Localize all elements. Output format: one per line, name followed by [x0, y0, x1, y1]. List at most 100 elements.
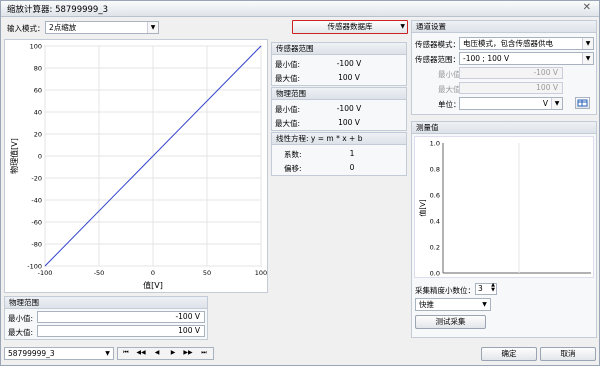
channel-settings-panel: 通道设置 传感器模式： 电压模式，包含传感器供电 ▼ 传感器范围： -100 ;… [411, 20, 597, 115]
measurement-y-tick: 0.8 [430, 166, 440, 174]
unit-select[interactable]: V ▼ [459, 97, 563, 110]
sensor-database-button[interactable]: 传感器数据库 ▼ [292, 20, 408, 34]
measurement-chart: 1.0 0.8 0.6 0.4 0.2 0.0 值[V] [414, 136, 594, 278]
ok-button[interactable]: 确定 [481, 347, 537, 361]
x-axis-label: 值[V] [143, 280, 163, 290]
x-tick-label: 50 [203, 269, 211, 277]
physical-range-panel: 物理范围 最小值: -100 V 最大值: 100 V [271, 87, 407, 131]
y-tick-label: 80 [34, 65, 42, 73]
unit-table-icon [577, 99, 588, 107]
scaling-chart-svg: 100806040200-20-40-60-80-100-100 -50 0 50 10… [9, 43, 267, 291]
channel-sensor-range-label: 传感器范围： [415, 55, 460, 64]
linear-equation-title: 线性方程: y = m * x + b [272, 133, 406, 145]
measurement-y-tick: 0.0 [430, 270, 440, 278]
sensor-range-title: 传感器范围 [272, 43, 406, 55]
input-mode-select[interactable]: 2点缩放 ▼ [45, 21, 159, 34]
y-tick-label: 100 [30, 43, 42, 51]
first-record-icon[interactable]: ⏮ [120, 349, 132, 357]
chevron-down-icon: ▼ [105, 350, 110, 357]
bottom-max-input[interactable]: 100 V [37, 325, 205, 337]
chevron-down-icon: ▼ [551, 98, 562, 109]
physical-range-title: 物理范围 [272, 88, 406, 100]
y-tick-label: -20 [31, 175, 42, 183]
test-acquisition-button[interactable]: 测试采集 [415, 315, 486, 329]
y-tick-label: -80 [31, 241, 42, 249]
sensor-max-label: 最大值: [275, 74, 301, 83]
cancel-button[interactable]: 取消 [540, 347, 596, 361]
chevron-down-icon: ▼ [582, 53, 593, 64]
sensor-database-label: 传感器数据库 [327, 22, 373, 31]
y-tick-label: 0 [38, 153, 42, 161]
acquisition-speed-value: 快推 [419, 300, 434, 309]
close-icon[interactable]: ✕ [583, 2, 591, 13]
channel-select-value: 58799999_3 [8, 349, 55, 358]
prev-page-icon[interactable]: ◀◀ [135, 349, 147, 356]
offset-value: 0 [349, 163, 355, 172]
bottom-min-label: 最小值: [8, 314, 34, 323]
sensor-range-panel: 传感器范围 最小值: -100 V 最大值: 100 V [271, 42, 407, 86]
y-tick-label: 20 [34, 131, 42, 139]
measurement-y-label: 值[V] [418, 199, 427, 217]
spin-arrows-icon[interactable]: ▲ ▼ [491, 283, 495, 293]
x-tick-label: 100 [255, 269, 267, 277]
coefficient-label: 系数: [284, 150, 302, 159]
physical-min-value: -100 V [336, 104, 362, 113]
chevron-down-icon: ▼ [147, 22, 158, 33]
scaling-calculator-window: 缩放计算器: 58799999_3 ✕ 输入模式： 2点缩放 ▼ 传感器数据库 … [0, 0, 600, 366]
physical-max-value: 100 V [338, 118, 360, 127]
x-tick-label: -50 [94, 269, 105, 277]
sensor-mode-value: 电压模式，包含传感器供电 [463, 39, 553, 48]
input-mode-label: 输入模式： [7, 24, 45, 33]
window-title: 缩放计算器: 58799999_3 [7, 5, 108, 15]
channel-select[interactable]: 58799999_3 ▼ [4, 347, 114, 360]
measurement-y-tick: 0.4 [430, 218, 440, 226]
bottom-physical-range-panel: 物理范围 最小值: -100 V 最大值: 100 V [4, 296, 208, 340]
sensor-mode-select[interactable]: 电压模式，包含传感器供电 ▼ [459, 37, 594, 50]
y-tick-label: 40 [34, 109, 42, 117]
unit-label: 单位： [438, 100, 461, 109]
channel-min-input[interactable]: -100 V [459, 67, 563, 79]
x-tick-label: 0 [151, 269, 155, 277]
unit-picker-button[interactable] [575, 97, 590, 109]
coefficient-value: 1 [349, 149, 355, 158]
y-tick-label: -40 [31, 197, 42, 205]
precision-label: 采集精度小数位： [415, 286, 475, 295]
measurement-y-tick: 0.2 [430, 244, 440, 252]
physical-min-label: 最小值: [275, 105, 301, 114]
last-record-icon[interactable]: ⏭ [198, 349, 210, 357]
unit-value: V [542, 99, 548, 108]
measurement-y-tick: 0.6 [430, 192, 440, 200]
acquisition-speed-select[interactable]: 快推 ▼ [415, 298, 491, 311]
sensor-range-value: -100 ; 100 V [463, 54, 510, 63]
bottom-min-input[interactable]: -100 V [37, 311, 205, 323]
sensor-max-value: 100 V [338, 73, 360, 82]
precision-spinner[interactable]: 3 ▲ ▼ [475, 283, 497, 295]
sensor-min-label: 最小值: [275, 60, 301, 69]
x-tick-label: -100 [38, 269, 53, 277]
title-bar: 缩放计算器: 58799999_3 ✕ [1, 1, 599, 17]
next-record-icon[interactable]: ▶ [167, 349, 179, 356]
chevron-down-icon: ▼ [482, 301, 487, 308]
bottom-max-label: 最大值: [8, 328, 34, 337]
measurement-chart-svg: 1.0 0.8 0.6 0.4 0.2 0.0 值[V] [418, 140, 591, 278]
input-mode-value: 2点缩放 [49, 23, 77, 32]
chevron-down-icon: ▼ [582, 38, 593, 49]
next-page-icon[interactable]: ▶▶ [182, 349, 194, 356]
measurement-panel: 测量值 1.0 0.8 0.6 0.4 0.2 0.0 值[V] 采集精度小数位： 3 ▲ ▼… [411, 121, 597, 338]
sensor-min-value: -100 V [336, 59, 362, 68]
chevron-down-icon: ▼ [400, 23, 405, 30]
measurement-y-tick: 1.0 [430, 140, 440, 148]
linear-equation-panel: 线性方程: y = m * x + b 系数: 1 偏移: 0 [271, 132, 407, 176]
physical-max-label: 最大值: [275, 119, 301, 128]
record-navigator: ⏮ ◀◀ ◀ ▶ ▶▶ ⏭ [117, 347, 214, 360]
y-axis-label: 物理值[V] [9, 138, 19, 174]
offset-label: 偏移: [284, 164, 302, 173]
channel-settings-title: 通道设置 [412, 21, 596, 33]
precision-value: 3 [478, 284, 483, 293]
prev-record-icon[interactable]: ◀ [151, 349, 163, 356]
measurement-title: 测量值 [412, 122, 596, 134]
sensor-range-select[interactable]: -100 ; 100 V ▼ [459, 52, 594, 65]
sensor-mode-label: 传感器模式： [415, 40, 460, 49]
y-tick-label: 60 [34, 87, 42, 95]
channel-max-input[interactable]: 100 V [459, 82, 563, 94]
